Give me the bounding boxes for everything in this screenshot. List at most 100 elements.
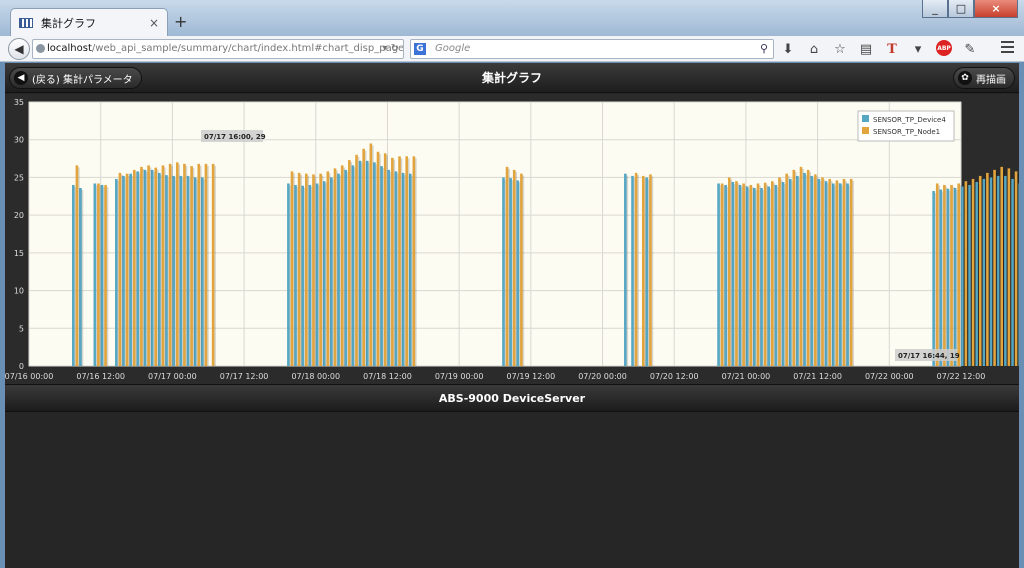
device-bar — [717, 183, 720, 366]
back-arrow-icon[interactable]: ◀ — [8, 38, 30, 60]
x-tick-label: 07/17 00:00 — [148, 372, 197, 381]
chart-container: 0 5 10 15 20 25 30 35 07/16 00:00 07/16 12:00 07/1… — [5, 94, 1024, 384]
node-bar — [735, 181, 738, 366]
tab-close-icon[interactable]: × — [149, 16, 159, 30]
url-bar[interactable]: localhost/web_api_sample/summary/chart/i… — [32, 39, 404, 59]
device-bar — [624, 173, 627, 366]
bookmarks-list-icon[interactable]: ▤ — [858, 40, 874, 58]
tab-title: 集計グラフ — [41, 16, 96, 30]
node-bar — [369, 143, 373, 366]
device-bar — [72, 184, 75, 366]
page-content: ◀ (戻る) 集計パラメータ 集計グラフ ✿ 再描画 0 5 10 15 20 25 30 3… — [5, 63, 1024, 568]
bookmark-star-icon[interactable]: ☆ — [832, 40, 848, 58]
node-bar — [118, 172, 122, 366]
node-bar — [290, 171, 294, 366]
node-bar — [842, 178, 846, 366]
node-bar — [197, 163, 201, 366]
summary-chart[interactable]: 0 5 10 15 20 25 30 35 07/16 00:00 07/16 12:00 07/1… — [5, 94, 1024, 384]
node-bar — [1007, 168, 1011, 366]
node-bar — [785, 173, 788, 366]
node-bar — [821, 177, 824, 366]
node-bar — [828, 178, 831, 366]
x-tick-label: 07/21 00:00 — [722, 372, 771, 381]
device-bar — [287, 183, 290, 366]
tooltip-annotation: 07/17 16:00, 29 — [204, 133, 266, 141]
node-bar — [140, 166, 143, 366]
node-bar — [971, 178, 975, 366]
node-bar — [305, 173, 308, 366]
node-bar — [806, 169, 810, 366]
maximize-button[interactable]: □ — [948, 0, 974, 18]
x-tick-label: 07/18 12:00 — [363, 372, 412, 381]
x-tick-label: 07/21 12:00 — [793, 372, 842, 381]
node-bar — [849, 178, 853, 366]
node-bar — [720, 183, 724, 366]
close-window-button[interactable]: × — [974, 0, 1018, 18]
node-bar — [398, 156, 401, 366]
node-bar — [957, 183, 961, 366]
hamburger-menu-icon[interactable] — [1001, 41, 1014, 53]
redraw-button[interactable]: ✿ 再描画 — [953, 67, 1015, 89]
x-tick-label: 07/22 12:00 — [937, 372, 986, 381]
new-tab-button[interactable]: + — [174, 12, 187, 31]
node-bar — [175, 162, 179, 366]
footer: ABS-9000 DeviceServer — [5, 384, 1019, 412]
legend-swatch — [862, 115, 869, 122]
navigation-toolbar: ◀ localhost/web_api_sample/summary/chart… — [0, 36, 1024, 62]
node-bar — [520, 173, 523, 366]
x-tick-label: 07/19 12:00 — [507, 372, 556, 381]
dropdown-arrow-icon[interactable]: ▾ — [910, 40, 926, 58]
node-bar — [376, 151, 380, 366]
toolbar-icons: ⬇ ⌂ ☆ ▤ T ▾ ABP ✎ — [780, 40, 978, 58]
node-bar — [778, 177, 781, 366]
node-bar — [728, 177, 731, 366]
minimize-button[interactable]: _ — [922, 0, 948, 18]
node-bar — [97, 183, 100, 366]
globe-icon — [36, 44, 45, 53]
node-bar — [75, 165, 79, 366]
node-bar — [211, 163, 215, 366]
gear-icon: ✿ — [958, 71, 972, 85]
search-bar[interactable]: G Google ⚲ — [410, 39, 774, 59]
device-bar — [93, 183, 97, 366]
search-placeholder: Google — [435, 43, 471, 54]
device-bar — [115, 178, 118, 366]
node-bar — [1014, 171, 1018, 366]
reload-icon[interactable]: ▾ ↻ — [382, 40, 399, 58]
node-bar — [147, 165, 150, 366]
browser-tab[interactable]: 集計グラフ × — [10, 8, 168, 36]
y-tick-label: 15 — [14, 249, 24, 258]
x-tick-label: 07/18 00:00 — [291, 372, 340, 381]
node-bar — [943, 184, 946, 366]
node-bar — [742, 183, 745, 366]
url-path: /web_api_sample/summary/chart/index.html… — [91, 43, 404, 54]
node-bar — [355, 154, 358, 366]
page-favicon-icon — [19, 17, 33, 28]
addon-icon[interactable]: ✎ — [962, 40, 978, 58]
node-bar — [383, 153, 387, 366]
node-bar — [749, 184, 753, 366]
node-bar — [297, 172, 301, 366]
node-bar — [154, 167, 158, 366]
node-bar — [104, 184, 107, 366]
node-bar — [405, 156, 408, 366]
node-bar — [814, 174, 817, 366]
node-bar — [348, 160, 351, 366]
legend-label: SENSOR_TP_Node1 — [873, 128, 940, 136]
redraw-button-label: 再描画 — [976, 74, 1006, 86]
y-tick-label: 35 — [14, 98, 24, 107]
browser-window: _ □ × 集計グラフ × + ◀ localhost/web_api_samp… — [0, 0, 1024, 568]
google-search-icon[interactable]: G — [414, 43, 426, 55]
translate-icon[interactable]: T — [884, 40, 900, 58]
node-bar — [634, 172, 638, 366]
node-bar — [792, 169, 796, 366]
node-bar — [362, 148, 365, 366]
node-bar — [125, 173, 129, 366]
adblock-icon[interactable]: ABP — [936, 40, 952, 56]
magnifier-icon[interactable]: ⚲ — [760, 40, 768, 58]
download-icon[interactable]: ⬇ — [780, 40, 796, 58]
node-bar — [204, 163, 208, 366]
node-bar — [505, 166, 509, 366]
home-icon[interactable]: ⌂ — [806, 40, 822, 58]
node-bar — [641, 175, 645, 366]
